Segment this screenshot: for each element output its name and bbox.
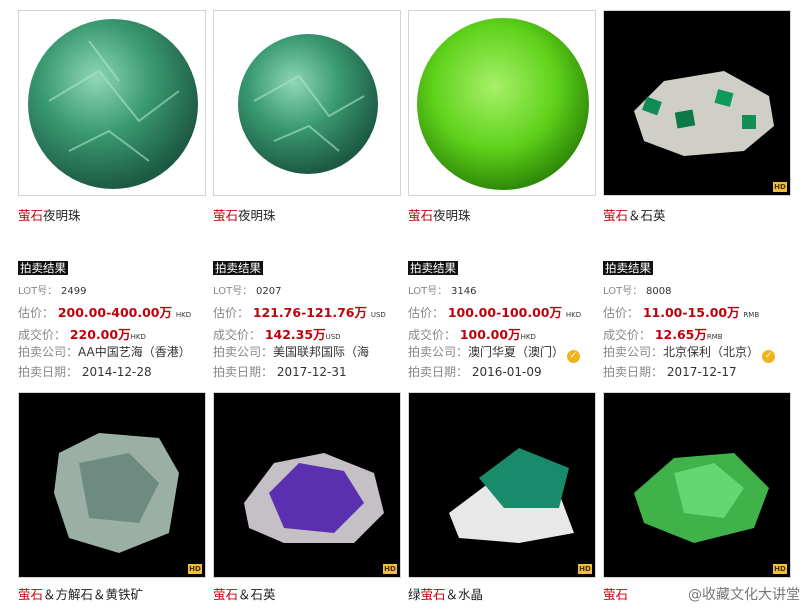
watermark: @收藏文化大讲堂 xyxy=(688,587,800,603)
item-title[interactable]: 萤石夜明珠 xyxy=(408,205,471,224)
lot-row: LOT号： 2499 xyxy=(18,286,87,297)
company-row: 拍卖公司：AA中国艺海（香港） xyxy=(18,345,191,359)
lot-row: LOT号： 3146 xyxy=(408,286,477,297)
hd-icon: HD xyxy=(773,182,787,192)
verified-icon: ✓ xyxy=(567,350,581,363)
company-row: 拍卖公司：美国联邦国际（海 xyxy=(213,345,370,359)
hd-icon: HD xyxy=(188,564,202,574)
company-row: 拍卖公司：澳门华夏（澳门） ✓ xyxy=(408,343,581,363)
item-thumbnail[interactable] xyxy=(408,10,596,196)
auction-result-badge: 拍卖结果 xyxy=(18,261,68,275)
hd-icon: HD xyxy=(383,564,397,574)
item-thumbnail[interactable]: HD xyxy=(408,392,596,578)
fluorite-sphere-image xyxy=(28,19,198,189)
date-row: 拍卖日期： 2014-12-28 xyxy=(18,365,152,379)
fluorite-quartz-specimen-image xyxy=(604,11,790,195)
item-thumbnail[interactable] xyxy=(213,10,401,196)
lot-row: LOT号： 0207 xyxy=(213,286,282,297)
auction-result-badge: 拍卖结果 xyxy=(213,261,263,275)
fluorite-calcite-pyrite-specimen-image xyxy=(19,393,205,577)
estimate-row: 估价： 200.00-400.00万 HKD xyxy=(18,305,192,320)
hd-icon: HD xyxy=(773,564,787,574)
bright-green-fluorite-specimen-image xyxy=(604,393,790,577)
item-title[interactable]: 萤石夜明珠 xyxy=(213,205,276,224)
deal-row: 成交价： 142.35万USD xyxy=(213,327,341,342)
item-thumbnail[interactable]: HD xyxy=(603,392,791,578)
estimate-row: 估价： 100.00-100.00万 HKD xyxy=(408,305,582,320)
item-title[interactable]: 萤石＆石英 xyxy=(603,205,666,224)
deal-row: 成交价： 220.00万HKD xyxy=(18,327,146,342)
company-row: 拍卖公司：北京保利（北京） ✓ xyxy=(603,343,776,363)
verified-icon: ✓ xyxy=(762,350,776,363)
item-thumbnail[interactable] xyxy=(18,10,206,196)
item-title[interactable]: 萤石 xyxy=(603,584,628,603)
estimate-row: 估价： 121.76-121.76万 USD xyxy=(213,305,386,320)
item-thumbnail[interactable]: HD xyxy=(603,10,791,196)
deal-row: 成交价： 100.00万HKD xyxy=(408,327,536,342)
date-row: 拍卖日期： 2016-01-09 xyxy=(408,365,542,379)
hd-icon: HD xyxy=(578,564,592,574)
auction-result-badge: 拍卖结果 xyxy=(408,261,458,275)
item-title[interactable]: 萤石夜明珠 xyxy=(18,205,81,224)
fluorite-sphere-image xyxy=(238,34,378,174)
lot-row: LOT号： 8008 xyxy=(603,286,672,297)
purple-fluorite-specimen-image xyxy=(214,393,400,577)
green-fluorite-crystal-specimen-image xyxy=(409,393,595,577)
item-title[interactable]: 萤石＆方解石＆黄铁矿 xyxy=(18,584,143,603)
green-glow-sphere-image xyxy=(417,18,589,190)
auction-result-badge: 拍卖结果 xyxy=(603,261,653,275)
deal-row: 成交价： 12.65万RMB xyxy=(603,327,723,342)
date-row: 拍卖日期： 2017-12-31 xyxy=(213,365,347,379)
item-title[interactable]: 绿萤石＆水晶 xyxy=(408,584,483,603)
date-row: 拍卖日期： 2017-12-17 xyxy=(603,365,737,379)
item-thumbnail[interactable]: HD xyxy=(18,392,206,578)
item-title[interactable]: 萤石＆石英 xyxy=(213,584,276,603)
item-thumbnail[interactable]: HD xyxy=(213,392,401,578)
estimate-row: 估价： 11.00-15.00万 RMB xyxy=(603,305,760,320)
